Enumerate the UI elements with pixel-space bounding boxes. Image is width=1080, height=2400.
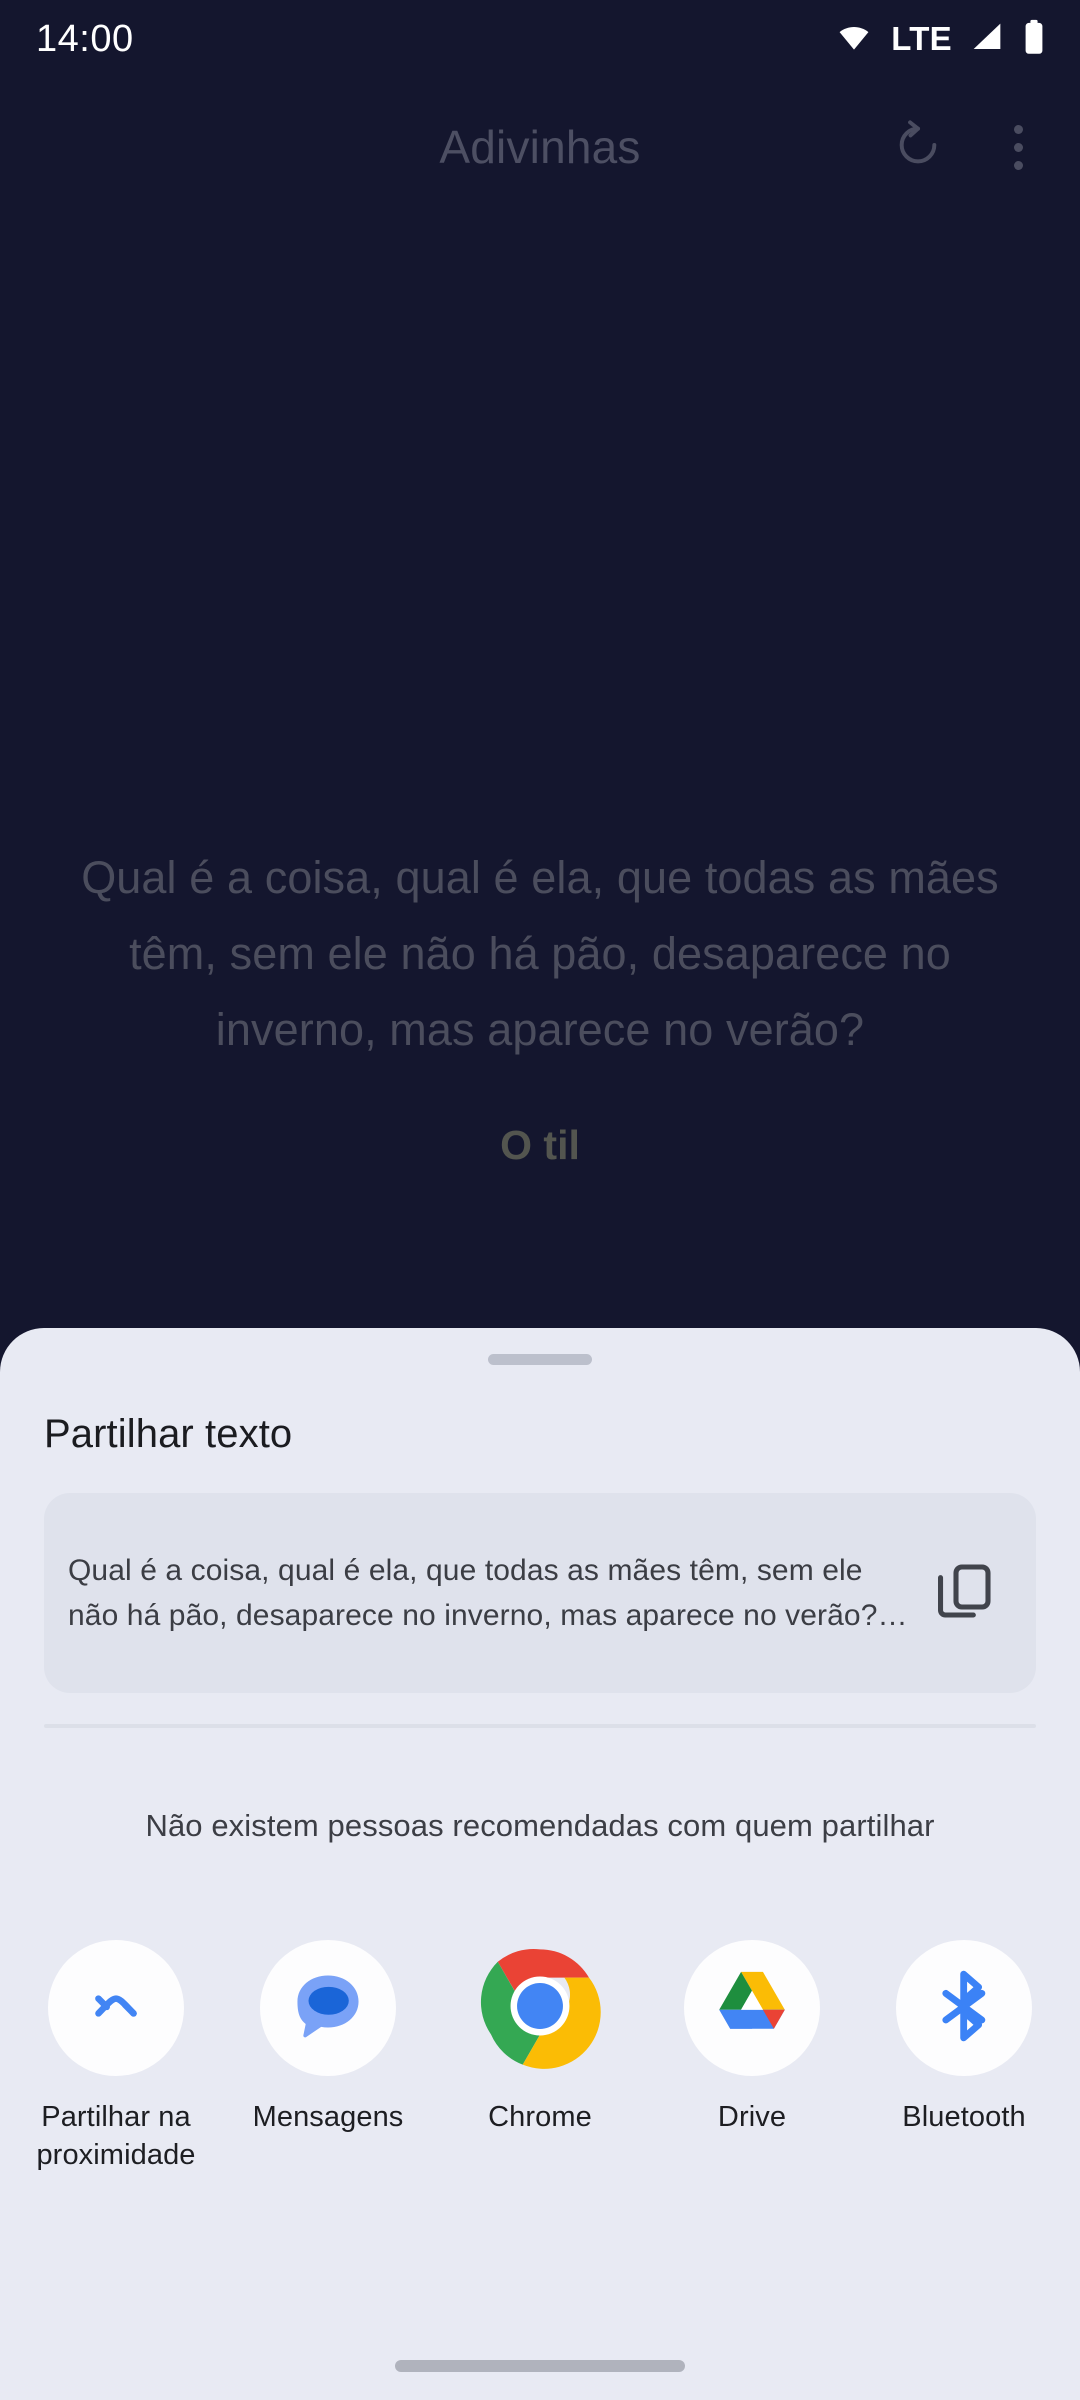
share-target-label: Drive xyxy=(717,2101,787,2133)
status-bar: 14:00 LTE xyxy=(0,0,1080,78)
copy-icon xyxy=(932,1559,996,1628)
nearby-share-icon-container xyxy=(48,1940,184,2076)
sheet-divider xyxy=(44,1724,1036,1728)
chrome-icon xyxy=(472,1940,608,2076)
share-target-label: Chrome xyxy=(488,2101,592,2133)
google-drive-icon-container xyxy=(684,1940,820,2076)
share-preview-text: Qual é a coisa, qual é ela, que todas as… xyxy=(68,1554,908,1632)
riddle-area: Qual é a coisa, qual é ela, que todas as… xyxy=(0,840,1080,1169)
share-target-label: Partilhar na proximidade xyxy=(36,2101,196,2171)
share-target-chrome[interactable]: Chrome xyxy=(434,1940,646,2136)
bluetooth-icon xyxy=(925,1967,1003,2050)
share-sheet-title: Partilhar texto xyxy=(44,1412,293,1456)
share-target-row: Partilhar na proximidade Mensagens Chrom… xyxy=(0,1940,1080,2174)
google-messages-icon xyxy=(289,1967,367,2050)
home-indicator[interactable] xyxy=(395,2360,685,2372)
share-target-nearby[interactable]: Partilhar na proximidade xyxy=(10,1940,222,2174)
status-clock: 14:00 xyxy=(36,18,134,60)
battery-icon xyxy=(1022,19,1046,60)
riddle-answer: O til xyxy=(500,1122,580,1168)
nearby-share-icon xyxy=(79,1969,153,2048)
share-target-label: Mensagens xyxy=(252,2101,404,2133)
share-sheet: Partilhar texto Qual é a coisa, qual é e… xyxy=(0,1328,1080,2400)
chrome-icon-container xyxy=(472,1940,608,2076)
google-drive-icon xyxy=(711,1965,793,2052)
overflow-menu-button[interactable] xyxy=(978,107,1058,187)
riddle-question: Qual é a coisa, qual é ela, que todas as… xyxy=(81,852,999,1055)
share-preview-card[interactable]: Qual é a coisa, qual é ela, que todas as… xyxy=(44,1493,1036,1693)
signal-icon xyxy=(969,21,1005,58)
refresh-icon xyxy=(890,117,946,178)
share-target-bluetooth[interactable]: Bluetooth xyxy=(858,1940,1070,2136)
google-messages-icon-container xyxy=(260,1940,396,2076)
bluetooth-icon-container xyxy=(896,1940,1032,2076)
share-target-messages[interactable]: Mensagens xyxy=(222,1940,434,2136)
sheet-drag-handle[interactable] xyxy=(488,1354,592,1365)
no-recommended-people-message: Não existem pessoas recomendadas com que… xyxy=(145,1808,935,1843)
share-target-label: Bluetooth xyxy=(902,2101,1026,2133)
app-header: Adivinhas xyxy=(0,92,1080,202)
status-icons: LTE xyxy=(834,19,1046,60)
share-target-drive[interactable]: Drive xyxy=(646,1940,858,2136)
overflow-menu-icon xyxy=(1013,124,1023,170)
wifi-icon xyxy=(834,21,874,58)
copy-button[interactable] xyxy=(918,1559,1010,1628)
network-type-label: LTE xyxy=(891,20,952,57)
phone-screen: 14:00 LTE Adivinhas Qual é a coisa, qual… xyxy=(0,0,1080,2400)
refresh-button[interactable] xyxy=(878,107,958,187)
